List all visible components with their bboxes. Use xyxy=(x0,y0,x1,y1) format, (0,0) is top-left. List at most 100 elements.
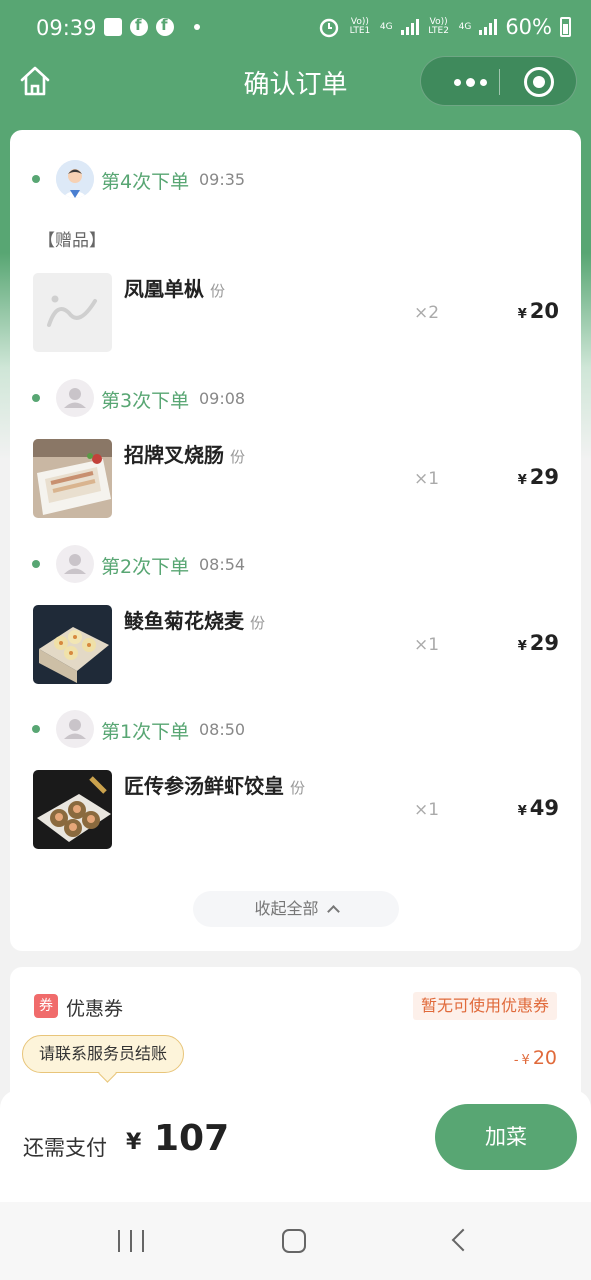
currency-symbol: ¥ xyxy=(517,473,527,488)
currency-symbol: ¥ xyxy=(517,307,527,322)
discount-value: 20 xyxy=(532,1047,557,1069)
order-batch-label: 第1次下单 xyxy=(101,721,190,743)
item-name-wrap: 凤凰单枞份 xyxy=(124,273,225,302)
home-button-icon[interactable] xyxy=(282,1229,306,1253)
chevron-up-icon xyxy=(326,905,340,918)
order-batch-header: 第2次下单 08:54 xyxy=(10,544,581,584)
order-batch-time: 09:08 xyxy=(199,389,246,408)
item-name: 鲮鱼菊花烧麦 xyxy=(124,609,244,633)
shaomai-photo xyxy=(33,605,112,684)
order-item[interactable]: 匠传参汤鲜虾饺皇份 ×1 ¥49 xyxy=(10,770,581,850)
sim1-network: 4G xyxy=(379,21,393,32)
discount-currency: ¥ xyxy=(521,1053,530,1068)
back-icon[interactable] xyxy=(451,1228,475,1252)
item-quantity: ×1 xyxy=(414,635,440,655)
item-price-wrap: ¥20 xyxy=(518,299,559,323)
order-batch-header: 第1次下单 08:50 xyxy=(10,709,581,749)
order-batch-time: 08:50 xyxy=(199,720,246,739)
checkout-tip-bubble: 请联系服务员结账 xyxy=(22,1035,185,1073)
timeline-dot xyxy=(32,394,40,402)
order-batch-label: 第3次下单 xyxy=(101,390,190,412)
item-name-wrap: 鲮鱼菊花烧麦份 xyxy=(124,605,265,634)
gift-tag: 【赠品】 xyxy=(38,231,106,251)
system-indicators: Vo)) LTE1 4G Vo)) LTE2 4G 60% xyxy=(318,15,571,39)
order-item[interactable]: 凤凰单枞份 ×2 ¥20 xyxy=(10,273,581,353)
avatar xyxy=(56,160,94,198)
item-unit: 份 xyxy=(250,614,266,632)
order-batch-label: 第2次下单 xyxy=(101,556,190,578)
battery-percent: 60% xyxy=(505,15,552,39)
coupon-label: 优惠券 xyxy=(66,998,124,1020)
default-avatar-icon xyxy=(56,379,94,417)
system-navigation-bar xyxy=(0,1202,591,1280)
item-name: 凤凰单枞 xyxy=(124,277,204,301)
order-item[interactable]: 鲮鱼菊花烧麦份 ×1 ¥29 xyxy=(10,605,581,685)
alarm-icon xyxy=(319,18,339,38)
more-icon[interactable] xyxy=(441,57,499,107)
notification-icons xyxy=(104,16,200,36)
item-price: 29 xyxy=(529,631,559,655)
placeholder-image-icon xyxy=(33,273,112,352)
status-time: 09:39 xyxy=(36,16,97,40)
order-batch-header: 第4次下单 09:35 xyxy=(10,159,581,199)
item-quantity: ×2 xyxy=(414,303,440,323)
item-unit: 份 xyxy=(210,282,226,300)
item-price: 29 xyxy=(529,465,559,489)
status-bar: 09:39 Vo)) LTE1 4G Vo)) LTE2 4G 60% xyxy=(0,0,591,58)
order-batch-header: 第3次下单 09:08 xyxy=(10,378,581,418)
rice-roll-photo xyxy=(33,439,112,518)
miniprogram-capsule xyxy=(420,56,577,106)
sim1-label: Vo)) LTE1 xyxy=(349,17,371,36)
coupon-icon: 券 xyxy=(34,994,58,1018)
default-avatar-icon xyxy=(56,710,94,748)
coupon-status-badge: 暂无可使用优惠券 xyxy=(412,992,557,1020)
timeline-dot xyxy=(32,175,40,183)
discount-prefix: - xyxy=(513,1053,519,1068)
item-name: 招牌叉烧肠 xyxy=(124,443,224,467)
sim2-label: Vo)) LTE2 xyxy=(428,17,449,36)
navigation-bar: 确认订单 xyxy=(0,56,591,106)
item-unit: 份 xyxy=(230,448,246,466)
item-name-wrap: 匠传参汤鲜虾饺皇份 xyxy=(124,770,305,799)
item-name: 匠传参汤鲜虾饺皇 xyxy=(124,774,284,798)
item-price-wrap: ¥49 xyxy=(518,796,559,820)
shrimp-dumpling-photo xyxy=(33,770,112,849)
collapse-all-button[interactable]: 收起全部 xyxy=(193,891,399,927)
item-quantity: ×1 xyxy=(414,469,440,489)
order-batch-label: 第4次下单 xyxy=(101,171,190,193)
order-item[interactable]: 招牌叉烧肠份 ×1 ¥29 xyxy=(10,439,581,519)
close-miniprogram-icon[interactable] xyxy=(524,67,554,97)
more-notifications-icon xyxy=(194,24,200,30)
timeline-dot xyxy=(32,560,40,568)
item-price-wrap: ¥29 xyxy=(518,465,559,489)
item-name-wrap: 招牌叉烧肠份 xyxy=(124,439,245,468)
order-list-card: 第4次下单 09:35 【赠品】 凤凰单枞份 ×2 ¥20 第3次下单 09:0… xyxy=(10,130,581,951)
discount-amount: - ¥20 xyxy=(514,1047,557,1069)
currency-symbol: ¥ xyxy=(517,804,527,819)
signal-icon xyxy=(479,19,498,35)
signal-icon xyxy=(400,19,419,35)
default-avatar-icon xyxy=(56,545,94,583)
facebook-icon xyxy=(130,16,148,36)
checkout-bar: 还需支付 ¥ 107 加菜 xyxy=(0,1090,591,1202)
order-batch-time: 08:54 xyxy=(199,555,246,574)
item-price: 49 xyxy=(529,796,559,820)
item-price-wrap: ¥29 xyxy=(518,631,559,655)
currency-symbol: ¥ xyxy=(517,639,527,654)
capsule-divider xyxy=(499,69,500,95)
battery-icon xyxy=(560,17,571,37)
item-unit: 份 xyxy=(290,779,306,797)
pay-currency: ¥ xyxy=(126,1130,142,1155)
order-batch-time: 09:35 xyxy=(199,170,246,189)
pay-label: 还需支付 xyxy=(23,1136,107,1160)
recent-apps-icon[interactable] xyxy=(118,1230,144,1252)
item-price: 20 xyxy=(529,299,559,323)
pay-amount: 107 xyxy=(154,1118,230,1159)
add-dish-button[interactable]: 加菜 xyxy=(435,1104,577,1170)
gallery-icon xyxy=(104,18,122,36)
timeline-dot xyxy=(32,725,40,733)
sim2-network: 4G xyxy=(458,21,472,32)
collapse-all-label: 收起全部 xyxy=(254,899,319,918)
facebook-icon xyxy=(156,16,174,36)
item-quantity: ×1 xyxy=(414,800,440,820)
